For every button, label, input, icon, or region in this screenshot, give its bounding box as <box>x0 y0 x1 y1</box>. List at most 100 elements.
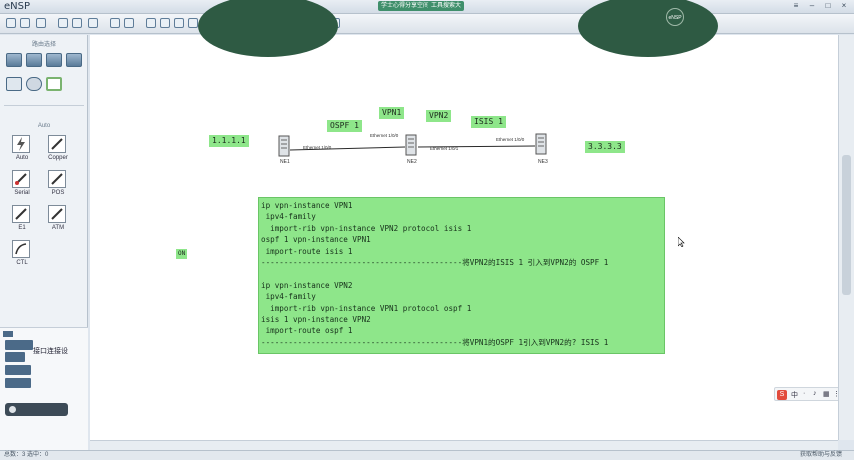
devices-heading: 路由选择 <box>31 42 56 48</box>
interface-label-ne3: Ethernet 1/0/0 <box>496 137 525 142</box>
config-line <box>261 268 662 279</box>
toolbar <box>0 14 854 34</box>
maximize-icon[interactable]: □ <box>822 1 834 11</box>
save-icon[interactable] <box>58 18 68 28</box>
connection-category-icon[interactable] <box>46 77 62 91</box>
serial-cable-icon <box>12 170 30 188</box>
cloud-device-icon[interactable] <box>26 77 42 91</box>
chat-button-3[interactable] <box>5 365 31 375</box>
vertical-scrollbar[interactable] <box>838 35 854 440</box>
router-device-icon[interactable] <box>6 53 22 67</box>
redo-icon[interactable] <box>124 18 134 28</box>
config-line: ip vpn-instance VPN2 <box>261 280 353 290</box>
ime-keyboard-icon[interactable]: ▦ <box>823 390 830 398</box>
router-icon <box>278 135 290 157</box>
send-icon[interactable] <box>9 406 16 413</box>
label-vpn2[interactable]: VPN2 <box>426 110 452 122</box>
config-line: ip vpn-instance VPN1 <box>261 201 353 210</box>
chat-input[interactable] <box>5 403 68 416</box>
drag-icon[interactable] <box>160 18 170 28</box>
status-bar: 总数：3 选中：0 获取帮助与反馈 <box>0 450 854 460</box>
config-line: isis 1 vpn-instance VPN2 <box>261 314 371 324</box>
menu-icon[interactable]: ≡ <box>790 1 802 11</box>
config-line: ----------------------------------------… <box>261 257 609 267</box>
connection-pos[interactable]: POS <box>38 168 78 208</box>
status-left: 总数：3 选中：0 <box>4 452 49 458</box>
label-vpn1[interactable]: VPN1 <box>379 107 405 119</box>
cursor-icon <box>678 237 685 247</box>
connection-e1[interactable]: E1 <box>2 203 42 243</box>
connection-atm[interactable]: ATM <box>38 203 78 243</box>
connection-auto[interactable]: Auto <box>2 133 42 173</box>
ctl-cable-icon <box>12 240 30 258</box>
title-menu-item-2[interactable]: 工具搜索大 <box>428 1 465 11</box>
print-icon[interactable] <box>88 18 98 28</box>
connection-serial[interactable]: Serial <box>2 168 42 208</box>
router-icon <box>535 133 547 155</box>
new-example-icon[interactable] <box>20 18 30 28</box>
chat-button-1[interactable] <box>5 340 33 350</box>
chat-title: 接口连接设 <box>33 348 68 355</box>
config-line: ----------------------------------------… <box>261 337 609 347</box>
connection-ctl[interactable]: CTL <box>2 238 42 278</box>
e1-cable-icon <box>12 205 30 223</box>
router-ne3[interactable] <box>535 133 547 155</box>
title-menu-item-1[interactable]: 学士心得分享空间 <box>378 1 433 11</box>
label-ospf[interactable]: OSPF 1 <box>327 120 362 132</box>
config-line: import-rib vpn-instance VPN1 protocol os… <box>261 303 472 313</box>
area-shape-left <box>198 0 338 57</box>
title-bar: eNSP 学士心得分享空间 工具搜索大 ≡ – □ × <box>0 0 854 14</box>
copper-cable-icon <box>48 135 66 153</box>
router-name-ne1: NE1 <box>280 159 290 165</box>
chat-button-4[interactable] <box>5 378 31 388</box>
config-line: ipv4-family <box>261 212 316 222</box>
ime-logo-icon: S <box>777 390 787 400</box>
label-ip-right[interactable]: 3.3.3.3 <box>585 141 625 153</box>
wlan-device-icon[interactable] <box>46 53 62 67</box>
connection-copper[interactable]: Copper <box>38 133 78 173</box>
label-isis[interactable]: ISIS 1 <box>471 116 506 128</box>
label-ip-left[interactable]: 1.1.1.1 <box>209 135 249 147</box>
router-ne1[interactable] <box>278 135 290 157</box>
delete-icon[interactable] <box>174 18 184 28</box>
interface-label-ne2-right: Ethernet 1/0/1 <box>430 146 459 151</box>
router-name-ne2: NE2 <box>407 159 417 165</box>
pos-cable-icon <box>48 170 66 188</box>
router-ne2[interactable] <box>405 134 417 156</box>
config-line: import-rib vpn-instance VPN2 protocol is… <box>261 223 472 233</box>
label-small[interactable]: ON <box>176 249 188 259</box>
avatar[interactable]: eNSP <box>666 8 684 26</box>
interface-label-ne1: Ethernet 1/0/0 <box>303 145 332 150</box>
ime-punct-icon[interactable]: · <box>803 390 805 397</box>
ime-toolbar[interactable]: S 中 · ♪ ▦ ⋮ <box>774 387 842 401</box>
ime-lang-icon[interactable]: 中 <box>791 390 798 400</box>
atm-cable-icon <box>48 205 66 223</box>
config-line: ipv4-family <box>261 292 316 302</box>
pc-device-icon[interactable] <box>6 77 22 91</box>
delete-link-icon[interactable] <box>188 18 198 28</box>
divider <box>4 105 84 106</box>
router-name-ne3: NE3 <box>538 159 548 165</box>
status-right[interactable]: 获取帮助与反馈 <box>800 451 842 460</box>
chat-indicator <box>3 331 13 337</box>
area-shape-right <box>578 0 718 57</box>
ime-mic-icon[interactable]: ♪ <box>813 390 817 397</box>
undo-icon[interactable] <box>110 18 120 28</box>
open-icon[interactable] <box>36 18 46 28</box>
select-icon[interactable] <box>146 18 156 28</box>
chat-panel: 接口连接设 <box>0 327 88 450</box>
firewall-device-icon[interactable] <box>66 53 82 67</box>
router-icon <box>405 134 417 156</box>
config-note[interactable]: ip vpn-instance VPN1 ipv4-family import-… <box>258 197 665 354</box>
horizontal-scrollbar[interactable] <box>90 440 838 450</box>
config-line: ospf 1 vpn-instance VPN1 <box>261 235 371 245</box>
switch-device-icon[interactable] <box>26 53 42 67</box>
minimize-icon[interactable]: – <box>806 1 818 11</box>
lightning-icon <box>12 135 30 153</box>
scroll-thumb[interactable] <box>842 155 851 295</box>
connections-heading: Auto <box>37 123 51 129</box>
new-topology-icon[interactable] <box>6 18 16 28</box>
chat-button-2[interactable] <box>5 352 25 362</box>
close-icon[interactable]: × <box>838 1 850 11</box>
save-as-icon[interactable] <box>72 18 82 28</box>
